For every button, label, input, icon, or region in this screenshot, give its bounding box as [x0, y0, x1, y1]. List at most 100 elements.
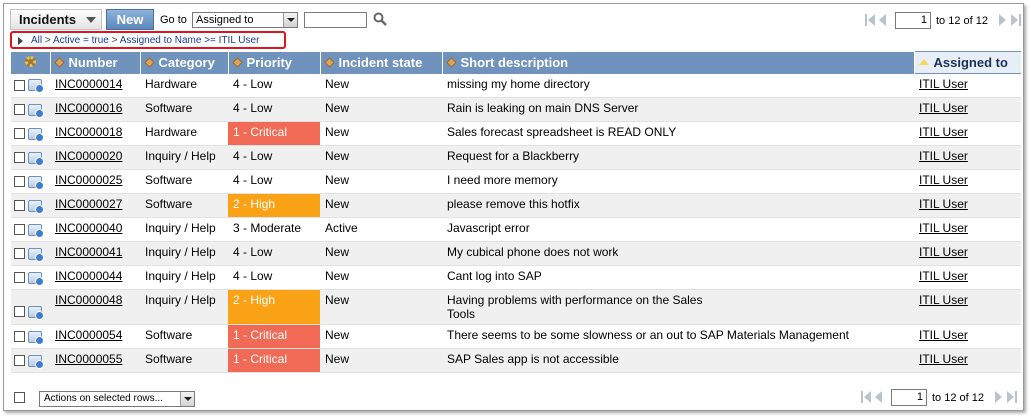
incident-number-link[interactable]: INC0000041: [55, 245, 122, 259]
last-page-icon[interactable]: [1011, 14, 1021, 26]
assigned-user-link[interactable]: ITIL User: [919, 101, 968, 115]
description-text: Rain is leaking on main DNS Server: [447, 101, 639, 115]
row-select-cell: [11, 289, 50, 325]
next-page-icon[interactable]: [995, 391, 1003, 403]
cell-number: INC0000025: [50, 169, 140, 194]
row-checkbox[interactable]: [14, 248, 25, 260]
record-preview-icon[interactable]: [28, 175, 44, 190]
select-all-checkbox[interactable]: [14, 392, 25, 403]
incident-number-link[interactable]: INC0000020: [55, 149, 122, 163]
search-icon[interactable]: [373, 12, 387, 26]
row-checkbox[interactable]: [14, 104, 25, 116]
record-preview-icon[interactable]: [28, 271, 44, 286]
new-button[interactable]: New: [106, 9, 154, 30]
previous-page-icon[interactable]: [875, 391, 883, 403]
breadcrumb-expand-icon[interactable]: [18, 37, 23, 45]
description-text: SAP Sales app is not accessible: [447, 352, 619, 366]
last-page-icon[interactable]: [1007, 391, 1017, 403]
incident-number-link[interactable]: INC0000040: [55, 221, 122, 235]
cell-state: New: [320, 97, 442, 122]
record-preview-icon[interactable]: [28, 354, 44, 369]
row-checkbox[interactable]: [14, 355, 25, 367]
cell-category: Inquiry / Help: [140, 217, 228, 242]
incident-number-link[interactable]: INC0000027: [55, 197, 122, 211]
assigned-user-link[interactable]: ITIL User: [919, 269, 968, 283]
assigned-user-link[interactable]: ITIL User: [919, 173, 968, 187]
breadcrumb-all[interactable]: All: [31, 35, 42, 46]
first-page-icon[interactable]: [865, 14, 875, 26]
incident-number-link[interactable]: INC0000014: [55, 77, 122, 91]
goto-field-select[interactable]: Assigned to: [192, 12, 298, 28]
table-row: INC0000054 Software 1 - Critical New There s…: [11, 324, 1021, 349]
record-preview-icon[interactable]: [28, 79, 44, 94]
row-checkbox[interactable]: [14, 152, 25, 164]
previous-page-icon[interactable]: [879, 14, 887, 26]
first-page-icon[interactable]: [861, 391, 871, 403]
column-header-description[interactable]: Short description: [442, 51, 915, 74]
assigned-user-link[interactable]: ITIL User: [919, 221, 968, 235]
cell-state: New: [320, 121, 442, 146]
assigned-user-link[interactable]: ITIL User: [919, 328, 968, 342]
record-preview-icon[interactable]: [28, 151, 44, 166]
incident-number-link[interactable]: INC0000054: [55, 328, 122, 342]
row-checkbox[interactable]: [14, 128, 25, 140]
record-preview-icon[interactable]: [28, 223, 44, 238]
cell-description: missing my home directory: [442, 73, 914, 98]
cell-category: Software: [140, 169, 228, 194]
next-page-icon[interactable]: [999, 14, 1007, 26]
goto-search-input[interactable]: [304, 12, 367, 28]
incident-number-link[interactable]: INC0000055: [55, 352, 122, 366]
assigned-user-link[interactable]: ITIL User: [919, 77, 968, 91]
assigned-user-link[interactable]: ITIL User: [919, 197, 968, 211]
row-checkbox[interactable]: [14, 306, 25, 318]
record-preview-icon[interactable]: [28, 199, 44, 214]
record-preview-icon[interactable]: [28, 330, 44, 345]
record-preview-icon[interactable]: [28, 127, 44, 142]
row-checkbox[interactable]: [14, 176, 25, 188]
incident-number-link[interactable]: INC0000044: [55, 269, 122, 283]
cell-priority: 1 - Critical: [228, 121, 320, 146]
row-select-cell: [11, 169, 50, 194]
row-checkbox[interactable]: [14, 200, 25, 212]
assigned-user-link[interactable]: ITIL User: [919, 293, 968, 307]
row-checkbox[interactable]: [14, 224, 25, 236]
incident-number-link[interactable]: INC0000018: [55, 125, 122, 139]
cell-state: New: [320, 145, 442, 170]
column-options[interactable]: [11, 51, 51, 74]
page-range: to 12 of 12: [936, 15, 988, 27]
incident-number-link[interactable]: INC0000016: [55, 101, 122, 115]
incident-number-link[interactable]: INC0000025: [55, 173, 122, 187]
row-checkbox[interactable]: [14, 79, 25, 91]
assigned-user-link[interactable]: ITIL User: [919, 125, 968, 139]
list-title-menu[interactable]: Incidents: [10, 9, 102, 30]
column-icon: [231, 57, 243, 68]
pager-bottom: 1 to 12 of 12: [859, 389, 1017, 407]
column-header-category[interactable]: Category: [140, 51, 229, 74]
description-text: Javascript error: [447, 221, 530, 235]
breadcrumb-filter-active[interactable]: Active = true: [53, 35, 109, 46]
page-number-input[interactable]: 1: [891, 389, 927, 406]
record-preview-icon[interactable]: [28, 247, 44, 262]
incident-number-link[interactable]: INC0000048: [55, 293, 122, 307]
description-text: Having problems with performance on the …: [447, 293, 703, 307]
column-header-priority[interactable]: Priority: [228, 51, 321, 74]
row-checkbox[interactable]: [14, 272, 25, 284]
row-checkbox[interactable]: [14, 331, 25, 343]
cell-assigned: ITIL User: [914, 217, 1021, 242]
goto-label: Go to: [160, 14, 187, 26]
description-text: There seems to be some slowness or an ou…: [447, 328, 849, 342]
column-header-state[interactable]: Incident state: [320, 51, 443, 74]
cell-category: Software: [140, 348, 228, 373]
column-header-number[interactable]: Number: [50, 51, 141, 74]
list-header: Incidents New Go to Assigned to 1 to 12 …: [8, 8, 1021, 30]
page-number-input[interactable]: 1: [895, 12, 931, 29]
assigned-user-link[interactable]: ITIL User: [919, 352, 968, 366]
breadcrumb: All > Active = true > Assigned to Name >…: [10, 31, 286, 49]
assigned-user-link[interactable]: ITIL User: [919, 245, 968, 259]
breadcrumb-filter-assigned[interactable]: Assigned to Name >= ITIL User: [120, 35, 260, 46]
record-preview-icon[interactable]: [28, 305, 44, 320]
record-preview-icon[interactable]: [28, 103, 44, 118]
actions-select[interactable]: Actions on selected rows...: [39, 391, 195, 407]
assigned-user-link[interactable]: ITIL User: [919, 149, 968, 163]
column-header-assigned[interactable]: Assigned to: [913, 51, 1021, 74]
